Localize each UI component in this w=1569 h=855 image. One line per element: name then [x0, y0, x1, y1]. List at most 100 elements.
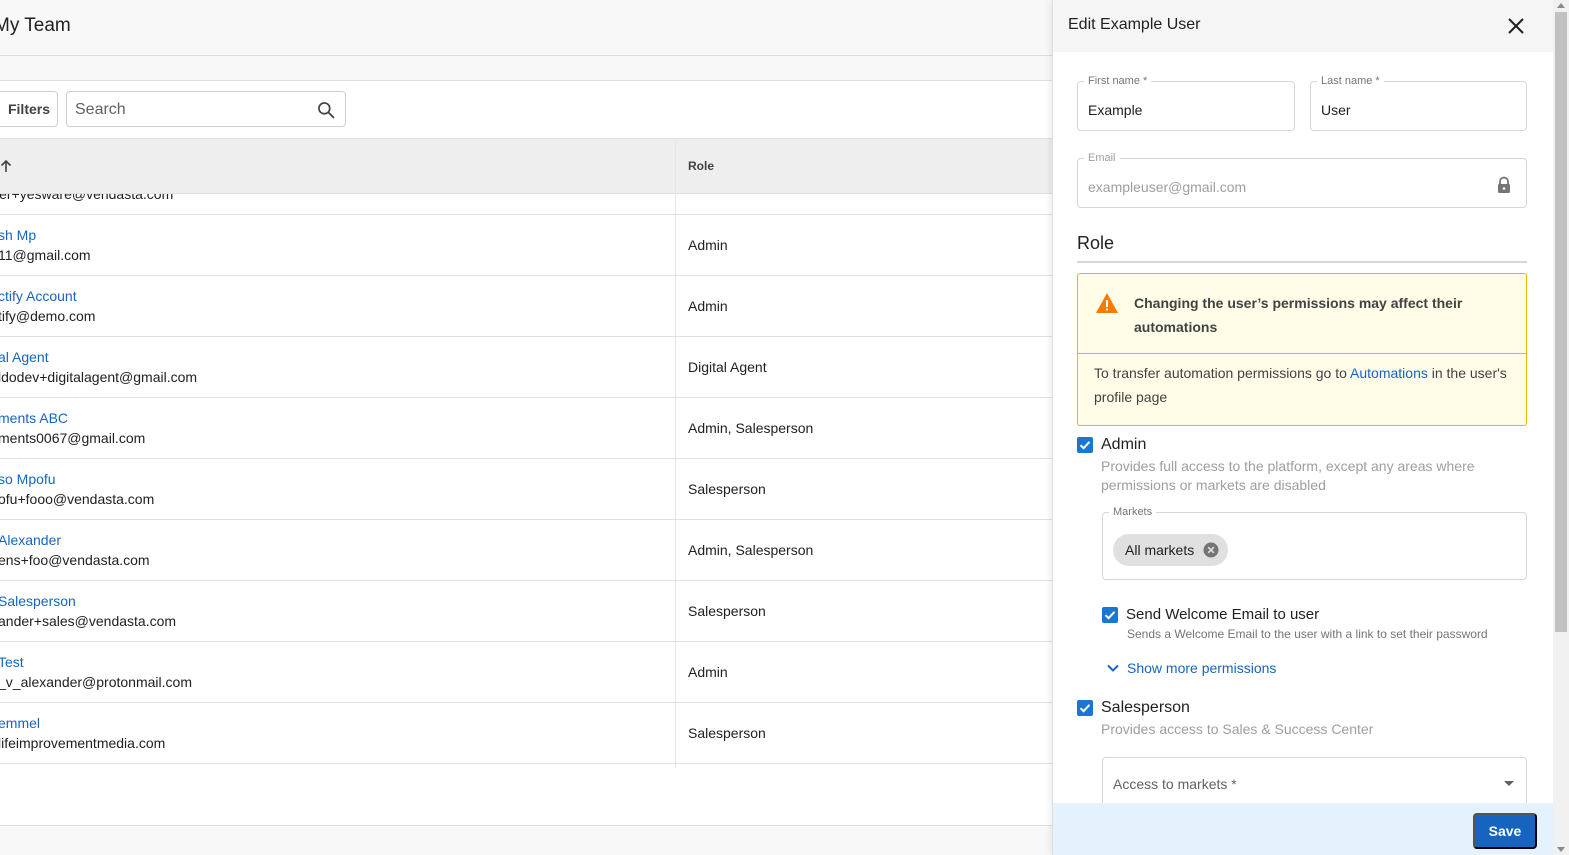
scroll-up-icon[interactable] — [1557, 3, 1565, 8]
drawer-title: Edit Example User — [1068, 16, 1201, 33]
user-role: Admin, Salesperson — [688, 542, 814, 558]
email-label: Email — [1084, 152, 1120, 164]
first-name-field[interactable]: First name * Example — [1077, 75, 1295, 131]
last-name-field[interactable]: Last name * User — [1310, 75, 1527, 131]
admin-checkbox[interactable] — [1077, 437, 1093, 453]
table-header: Role — [0, 138, 1052, 194]
welcome-email-label[interactable]: Send Welcome Email to user — [1126, 606, 1319, 623]
user-email: 11@gmail.com — [0, 247, 91, 263]
search-box[interactable] — [66, 91, 346, 127]
filters-button[interactable]: Filters — [0, 91, 58, 127]
last-name-label: Last name * — [1317, 75, 1384, 87]
user-role: Admin — [688, 237, 728, 253]
drawer-footer: Save — [1053, 803, 1553, 855]
page-title: My Team — [0, 15, 71, 36]
admin-label[interactable]: Admin — [1101, 436, 1146, 454]
drawer-header: Edit Example User — [1053, 0, 1553, 52]
lock-icon — [1498, 176, 1510, 193]
column-header-role[interactable]: Role — [688, 159, 714, 173]
markets-label: Markets — [1109, 506, 1157, 518]
edit-user-drawer: Edit Example User First name * Example L… — [1052, 0, 1553, 855]
user-name-link[interactable]: ctify Account — [0, 288, 77, 304]
chip-remove-icon[interactable] — [1203, 542, 1219, 558]
table-row[interactable]: Alexander ens+foo@vendasta.com Admin, Sa… — [0, 520, 1052, 581]
warning-body: To transfer automation permissions go to… — [1094, 361, 1519, 409]
email-value: exampleuser@gmail.com — [1088, 179, 1247, 195]
warning-header: Changing the user’s permissions may affe… — [1078, 274, 1526, 354]
salesperson-label[interactable]: Salesperson — [1101, 699, 1190, 717]
scrollbar[interactable] — [1553, 0, 1569, 855]
user-email: ments0067@gmail.com — [0, 430, 146, 446]
table-row[interactable]: al Agent ldodev+digitalagent@gmail.com D… — [0, 337, 1052, 398]
table-row[interactable]: emmel lifeimprovementmedia.com Salespers… — [0, 703, 1052, 764]
table-row[interactable]: ctify Account tify@demo.com Admin — [0, 276, 1052, 337]
user-role: Admin — [688, 664, 728, 680]
first-name-value[interactable]: Example — [1088, 102, 1142, 118]
sort-arrow-icon[interactable] — [0, 158, 14, 174]
table-row[interactable]: Test _v_alexander@protonmail.com Admin — [0, 642, 1052, 703]
user-role: Salesperson — [688, 725, 766, 741]
check-icon — [1104, 611, 1116, 620]
role-divider — [1077, 261, 1527, 263]
user-name-link[interactable]: so Mpofu — [0, 471, 56, 487]
user-name-link[interactable]: Alexander — [0, 532, 61, 548]
search-input[interactable] — [75, 99, 305, 121]
permissions-warning: Changing the user’s permissions may affe… — [1077, 273, 1527, 426]
user-email: ofu+fooo@vendasta.com — [0, 491, 155, 507]
table-row[interactable]: ler+yesware@vendasta.com — [0, 194, 1052, 215]
admin-description: Provides full access to the platform, ex… — [1101, 458, 1475, 493]
table-row[interactable]: so Mpofu ofu+fooo@vendasta.com Salespers… — [0, 459, 1052, 520]
access-markets-placeholder: Access to markets * — [1113, 776, 1237, 792]
user-email: ander+sales@vendasta.com — [0, 613, 177, 629]
scrollbar-thumb[interactable] — [1555, 12, 1567, 632]
save-button[interactable]: Save — [1473, 813, 1537, 849]
table-body: ler+yesware@vendasta.com sh Mp 11@gmail.… — [0, 194, 1052, 764]
salesperson-description: Provides access to Sales & Success Cente… — [1101, 721, 1374, 737]
table-row[interactable]: Salesperson ander+sales@vendasta.com Sal… — [0, 581, 1052, 642]
warning-icon — [1096, 293, 1118, 313]
user-role: Admin, Salesperson — [688, 420, 814, 436]
user-name-link[interactable]: ments ABC — [0, 410, 68, 426]
welcome-email-checkbox[interactable] — [1102, 607, 1118, 623]
search-icon[interactable] — [316, 100, 336, 120]
user-role: Salesperson — [688, 603, 766, 619]
warning-title: Changing the user’s permissions may affe… — [1134, 295, 1463, 335]
scroll-down-icon[interactable] — [1557, 847, 1565, 852]
user-name-link[interactable]: emmel — [0, 715, 40, 731]
table-row[interactable]: ments ABC ments0067@gmail.com Admin, Sal… — [0, 398, 1052, 459]
close-icon[interactable] — [1505, 15, 1527, 37]
automations-link[interactable]: Automations — [1350, 365, 1428, 381]
table-toolbar: Filters — [0, 81, 1052, 138]
user-role: Salesperson — [688, 481, 766, 497]
market-chip[interactable]: All markets — [1113, 534, 1228, 566]
user-email: ens+foo@vendasta.com — [0, 552, 150, 568]
table-row[interactable]: sh Mp 11@gmail.com Admin — [0, 215, 1052, 276]
user-email: ler+yesware@vendasta.com — [0, 194, 174, 202]
chevron-down-icon — [1107, 664, 1119, 672]
team-table-card: Filters Role ler+yesware@vendasta.com — [0, 80, 1052, 826]
show-more-label[interactable]: Show more permissions — [1127, 660, 1276, 676]
first-name-label: First name * — [1084, 75, 1152, 87]
user-email: ldodev+digitalagent@gmail.com — [0, 369, 198, 385]
role-heading: Role — [1077, 233, 1115, 253]
salesperson-checkbox[interactable] — [1077, 700, 1093, 716]
user-name-link[interactable]: Test — [0, 654, 24, 670]
user-email: tify@demo.com — [0, 308, 96, 324]
user-role: Admin — [688, 298, 728, 314]
team-page: My Team Filters Role ler+yesware@vendas — [0, 0, 1052, 855]
markets-field[interactable]: Markets All markets — [1102, 506, 1527, 580]
market-chip-label: All markets — [1125, 542, 1195, 558]
title-divider — [0, 55, 1052, 56]
show-more-permissions[interactable]: Show more permissions — [1106, 660, 1276, 676]
check-icon — [1079, 704, 1091, 713]
user-name-link[interactable]: al Agent — [0, 349, 49, 365]
user-name-link[interactable]: sh Mp — [0, 227, 36, 243]
email-field: Email exampleuser@gmail.com — [1077, 152, 1527, 208]
user-email: lifeimprovementmedia.com — [0, 735, 166, 751]
welcome-email-description: Sends a Welcome Email to the user with a… — [1127, 627, 1488, 641]
warning-body-text: To transfer automation permissions go to — [1094, 365, 1351, 381]
user-role: Digital Agent — [688, 359, 767, 375]
check-icon — [1079, 441, 1091, 450]
last-name-value[interactable]: User — [1321, 102, 1351, 118]
user-name-link[interactable]: Salesperson — [0, 593, 76, 609]
